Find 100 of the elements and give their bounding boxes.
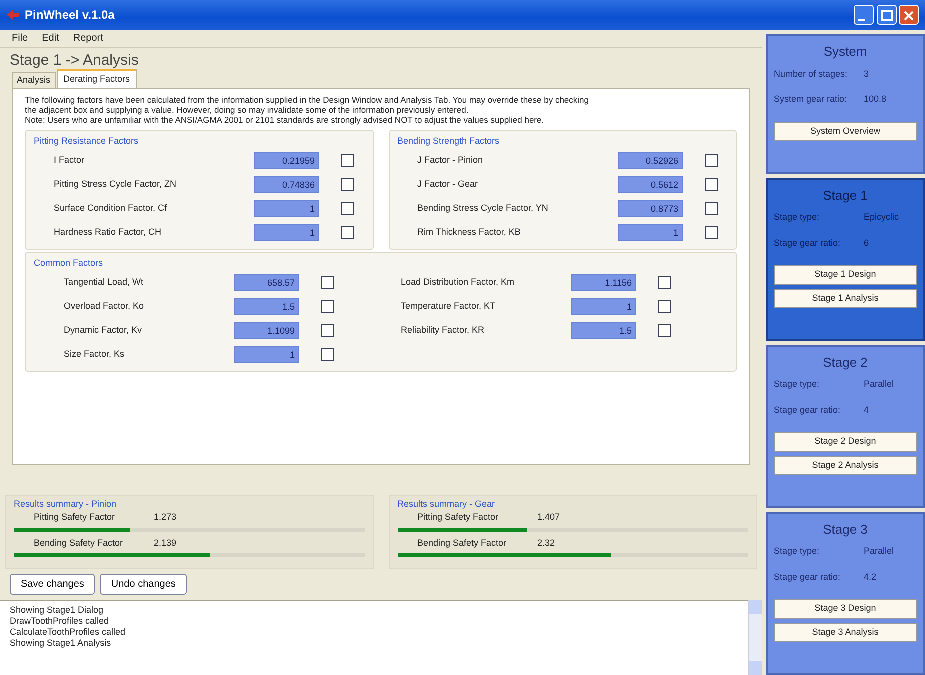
info-label: Number of stages: [774, 68, 849, 81]
group-title: Results summary - Gear [398, 498, 496, 511]
info-value: 100.8 [864, 93, 887, 106]
info-value: Parallel [864, 545, 894, 558]
checkbox[interactable] [321, 324, 334, 337]
value-field[interactable]: 1 [571, 298, 636, 315]
app-icon [6, 9, 20, 21]
checkbox[interactable] [704, 202, 718, 215]
checkbox[interactable] [658, 300, 671, 313]
intro-text: Note: Users who are unfamiliar with the ANSI/AGMA 2001 or 2101 standards are strongly advised NOT to adjust the values supplied here. [25, 115, 546, 125]
info-value: 3 [864, 68, 870, 80]
page-heading: Stage 1 -> Analysis [9, 51, 140, 70]
action-button[interactable]: Undo changes [100, 574, 187, 595]
panel-button[interactable]: System Overview [774, 122, 917, 141]
scrollbar[interactable] [748, 600, 762, 675]
group-title: Common Factors [34, 257, 104, 270]
info-label: Stage gear ratio: [774, 236, 842, 250]
value-field[interactable]: 1 [254, 200, 319, 217]
info-label: Stage type: [774, 378, 821, 392]
intro-text: the adjacent box and supplying a value. However, doing so may invalidate some of the information previously entered. [25, 105, 470, 115]
close-button[interactable] [899, 5, 919, 25]
intro-text: The following factors have been calculated from the information supplied in the Design Window and Analysis Tab. You may override these by checking [25, 95, 590, 105]
value-field[interactable]: 1 [254, 224, 319, 241]
checkbox[interactable] [341, 154, 354, 167]
field-label: Pitting Stress Cycle Factor, ZN [54, 178, 178, 191]
menu-item[interactable]: Report [73, 31, 104, 46]
result-value: 1.273 [154, 511, 177, 524]
panel-button[interactable]: Stage 3 Analysis [774, 622, 917, 642]
info-value: 4.2 [864, 570, 877, 584]
result-label: Bending Safety Factor [33, 536, 124, 550]
value-field[interactable]: 0.8773 [618, 200, 682, 217]
checkbox[interactable] [704, 178, 718, 191]
checkbox[interactable] [341, 202, 354, 215]
info-value: 6 [864, 236, 870, 250]
value-field[interactable]: 1.5 [234, 298, 299, 315]
tab[interactable]: Derating Factors [56, 68, 138, 88]
value-field[interactable]: 1 [618, 224, 682, 241]
panel-button[interactable]: Stage 1 Design [774, 265, 917, 285]
field-label: J Factor - Gear [418, 178, 480, 191]
field-label: Reliability Factor, KR [401, 324, 486, 337]
value-field[interactable]: 0.74836 [254, 176, 319, 193]
value-field[interactable]: 0.21959 [254, 152, 319, 169]
menu-item[interactable]: File [12, 31, 28, 46]
field-label: Bending Stress Cycle Factor, YN [418, 202, 550, 215]
field-label: Overload Factor, Ko [64, 300, 146, 313]
info-label: Stage type: [774, 211, 821, 224]
checkbox[interactable] [704, 226, 718, 239]
action-button[interactable]: Save changes [10, 574, 96, 595]
field-label: Dynamic Factor, Kv [64, 324, 144, 337]
panel-button[interactable]: Stage 1 Analysis [774, 288, 917, 308]
window-title: PinWheel v.1.0a [25, 7, 115, 24]
minimize-icon [858, 18, 865, 21]
maximize-button[interactable] [876, 5, 896, 25]
panel-title: Stage 3 [822, 520, 869, 539]
minimize-button[interactable] [854, 5, 874, 25]
value-field[interactable]: 1.1099 [234, 322, 299, 339]
field-label: Tangential Load, Wt [64, 276, 145, 289]
value-field[interactable]: 658.57 [234, 274, 299, 291]
result-value: 2.139 [154, 536, 177, 550]
menu-item[interactable]: Edit [42, 31, 60, 46]
field-label: Rim Thickness Factor, KB [418, 226, 522, 239]
info-value: 4 [864, 404, 870, 417]
log-line: DrawToothProfiles called [10, 616, 110, 627]
value-field[interactable]: 0.52926 [618, 152, 682, 169]
checkbox[interactable] [341, 178, 354, 191]
value-field[interactable]: 1.5 [571, 322, 636, 339]
result-value: 1.407 [538, 511, 560, 524]
value-field[interactable]: 1 [234, 346, 299, 363]
field-label: Size Factor, Ks [64, 348, 126, 361]
checkbox[interactable] [321, 300, 334, 313]
field-label: I Factor [54, 154, 86, 167]
info-value: Parallel [864, 378, 894, 392]
value-field[interactable]: 0.5612 [618, 176, 682, 193]
value-field[interactable]: 1.1156 [571, 274, 636, 291]
group-title: Results summary - Pinion [14, 498, 118, 511]
field-label: Hardness Ratio Factor, CH [54, 226, 163, 239]
checkbox[interactable] [321, 276, 334, 289]
panel-title: Stage 1 [822, 186, 869, 205]
panel-title: System [822, 43, 868, 61]
log-line: CalculateToothProfiles called [10, 627, 127, 638]
result-value: 2.32 [538, 536, 556, 550]
info-label: Stage gear ratio: [774, 570, 842, 584]
checkbox[interactable] [658, 276, 671, 289]
tab[interactable]: Analysis [12, 72, 56, 88]
panel-button[interactable]: Stage 3 Design [774, 599, 917, 619]
group-title: Bending Strength Factors [398, 135, 501, 148]
checkbox[interactable] [704, 154, 718, 167]
field-label: Temperature Factor, KT [401, 300, 497, 313]
checkbox[interactable] [321, 348, 334, 361]
result-label: Pitting Safety Factor [416, 511, 500, 524]
checkbox[interactable] [341, 226, 354, 239]
info-value: Epicyclic [864, 211, 900, 224]
result-label: Bending Safety Factor [416, 536, 508, 550]
checkbox[interactable] [658, 324, 671, 337]
panel-button[interactable]: Stage 2 Design [774, 432, 917, 452]
panel-button[interactable]: Stage 2 Analysis [774, 456, 917, 476]
log-line: Showing Stage1 Dialog [10, 605, 105, 616]
field-label: Surface Condition Factor, Cf [54, 202, 168, 215]
log-line: Showing Stage1 Analysis [10, 638, 112, 649]
info-label: System gear ratio: [774, 93, 848, 106]
